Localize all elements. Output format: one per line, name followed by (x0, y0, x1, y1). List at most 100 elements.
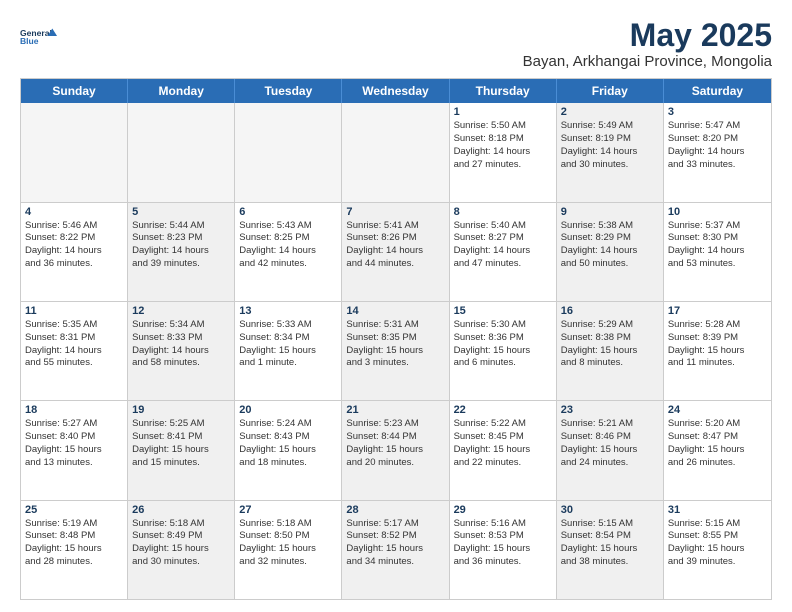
cell-text: Daylight: 15 hours (454, 444, 552, 457)
cell-text: Sunset: 8:54 PM (561, 530, 659, 543)
day-cell-3: 3Sunrise: 5:47 AMSunset: 8:20 PMDaylight… (664, 103, 771, 201)
day-number: 15 (454, 305, 552, 317)
day-cell-17: 17Sunrise: 5:28 AMSunset: 8:39 PMDayligh… (664, 302, 771, 400)
cell-text: and 38 minutes. (561, 556, 659, 569)
cell-text: Sunset: 8:45 PM (454, 431, 552, 444)
cell-text: and 50 minutes. (561, 258, 659, 271)
cell-text: Sunset: 8:48 PM (25, 530, 123, 543)
day-cell-6: 6Sunrise: 5:43 AMSunset: 8:25 PMDaylight… (235, 203, 342, 301)
cell-text: and 18 minutes. (239, 457, 337, 470)
logo-icon: General Blue (20, 18, 58, 56)
cell-text: Sunset: 8:55 PM (668, 530, 767, 543)
empty-cell (342, 103, 449, 201)
day-number: 29 (454, 504, 552, 516)
cell-text: Sunset: 8:40 PM (25, 431, 123, 444)
day-cell-11: 11Sunrise: 5:35 AMSunset: 8:31 PMDayligh… (21, 302, 128, 400)
cell-text: and 15 minutes. (132, 457, 230, 470)
cell-text: Daylight: 15 hours (346, 345, 444, 358)
cell-text: Sunrise: 5:24 AM (239, 418, 337, 431)
day-cell-2: 2Sunrise: 5:49 AMSunset: 8:19 PMDaylight… (557, 103, 664, 201)
day-number: 8 (454, 206, 552, 218)
day-cell-27: 27Sunrise: 5:18 AMSunset: 8:50 PMDayligh… (235, 501, 342, 599)
cell-text: Daylight: 15 hours (239, 345, 337, 358)
day-number: 24 (668, 404, 767, 416)
cell-text: Sunset: 8:19 PM (561, 133, 659, 146)
cell-text: Sunrise: 5:43 AM (239, 220, 337, 233)
day-number: 14 (346, 305, 444, 317)
cell-text: Sunrise: 5:30 AM (454, 319, 552, 332)
cell-text: Daylight: 14 hours (132, 345, 230, 358)
cell-text: Daylight: 15 hours (561, 444, 659, 457)
cell-text: Sunrise: 5:16 AM (454, 518, 552, 531)
cell-text: Sunrise: 5:18 AM (239, 518, 337, 531)
cell-text: Sunrise: 5:29 AM (561, 319, 659, 332)
day-cell-8: 8 Sunrise: 5:40 AMSunset: 8:27 PMDaylight… (450, 203, 557, 301)
cell-text: and 28 minutes. (25, 556, 123, 569)
day-number: 3 (668, 106, 767, 118)
svg-text:Blue: Blue (20, 36, 39, 46)
cell-text: Sunset: 8:27 PM (454, 232, 552, 245)
day-cell-1: 1Sunrise: 5:50 AMSunset: 8:18 PMDaylight… (450, 103, 557, 201)
day-cell-16: 16Sunrise: 5:29 AMSunset: 8:38 PMDayligh… (557, 302, 664, 400)
day-number: 25 (25, 504, 123, 516)
weekday-header-sunday: Sunday (21, 79, 128, 103)
cell-text: Sunset: 8:53 PM (454, 530, 552, 543)
day-cell-20: 20Sunrise: 5:24 AMSunset: 8:43 PMDayligh… (235, 401, 342, 499)
day-number: 30 (561, 504, 659, 516)
title-block: May 2025 Bayan, Arkhangai Province, Mong… (523, 18, 772, 70)
cell-text: Daylight: 14 hours (454, 146, 552, 159)
day-cell-7: 7Sunrise: 5:41 AMSunset: 8:26 PMDaylight… (342, 203, 449, 301)
day-cell-14: 14Sunrise: 5:31 AMSunset: 8:35 PMDayligh… (342, 302, 449, 400)
day-cell-25: 25Sunrise: 5:19 AMSunset: 8:48 PMDayligh… (21, 501, 128, 599)
cell-text: and 30 minutes. (561, 159, 659, 172)
cell-text: Sunrise: 5:40 AM (454, 220, 552, 233)
cell-text: and 42 minutes. (239, 258, 337, 271)
day-number: 19 (132, 404, 230, 416)
cell-text: Sunrise: 5:44 AM (132, 220, 230, 233)
cell-text: Sunset: 8:43 PM (239, 431, 337, 444)
cell-text: Sunrise: 5:15 AM (561, 518, 659, 531)
empty-cell (21, 103, 128, 201)
cell-text: Sunrise: 5:41 AM (346, 220, 444, 233)
cell-text: Sunrise: 5:46 AM (25, 220, 123, 233)
day-number: 5 (132, 206, 230, 218)
cell-text: Daylight: 15 hours (668, 345, 767, 358)
cell-text: and 58 minutes. (132, 357, 230, 370)
day-cell-26: 26Sunrise: 5:18 AMSunset: 8:49 PMDayligh… (128, 501, 235, 599)
day-number: 2 (561, 106, 659, 118)
day-number: 6 (239, 206, 337, 218)
cell-text: and 36 minutes. (25, 258, 123, 271)
cell-text: Sunset: 8:39 PM (668, 332, 767, 345)
cell-text: and 8 minutes. (561, 357, 659, 370)
day-number: 11 (25, 305, 123, 317)
weekday-header-monday: Monday (128, 79, 235, 103)
day-cell-4: 4Sunrise: 5:46 AMSunset: 8:22 PMDaylight… (21, 203, 128, 301)
cell-text: and 11 minutes. (668, 357, 767, 370)
day-number: 26 (132, 504, 230, 516)
cell-text: Daylight: 15 hours (132, 543, 230, 556)
day-number: 23 (561, 404, 659, 416)
calendar-row-1: 1Sunrise: 5:50 AMSunset: 8:18 PMDaylight… (21, 103, 771, 202)
cell-text: Daylight: 14 hours (346, 245, 444, 258)
day-number: 16 (561, 305, 659, 317)
cell-text: Daylight: 14 hours (239, 245, 337, 258)
day-cell-29: 29Sunrise: 5:16 AMSunset: 8:53 PMDayligh… (450, 501, 557, 599)
day-cell-15: 15Sunrise: 5:30 AMSunset: 8:36 PMDayligh… (450, 302, 557, 400)
cell-text: Sunset: 8:50 PM (239, 530, 337, 543)
cell-text: Daylight: 14 hours (668, 146, 767, 159)
cell-text: Daylight: 15 hours (561, 543, 659, 556)
cell-text: Sunset: 8:29 PM (561, 232, 659, 245)
cell-text: Daylight: 15 hours (25, 444, 123, 457)
cell-text: Daylight: 15 hours (346, 543, 444, 556)
cell-text: Sunrise: 5:19 AM (25, 518, 123, 531)
cell-text: Sunset: 8:38 PM (561, 332, 659, 345)
cell-text: Sunset: 8:47 PM (668, 431, 767, 444)
cell-text: Sunset: 8:30 PM (668, 232, 767, 245)
day-cell-21: 21Sunrise: 5:23 AMSunset: 8:44 PMDayligh… (342, 401, 449, 499)
cell-text: and 36 minutes. (454, 556, 552, 569)
main-title: May 2025 (523, 18, 772, 53)
cell-text: and 20 minutes. (346, 457, 444, 470)
cell-text: Daylight: 14 hours (132, 245, 230, 258)
cell-text: Daylight: 14 hours (454, 245, 552, 258)
cell-text: Sunset: 8:22 PM (25, 232, 123, 245)
